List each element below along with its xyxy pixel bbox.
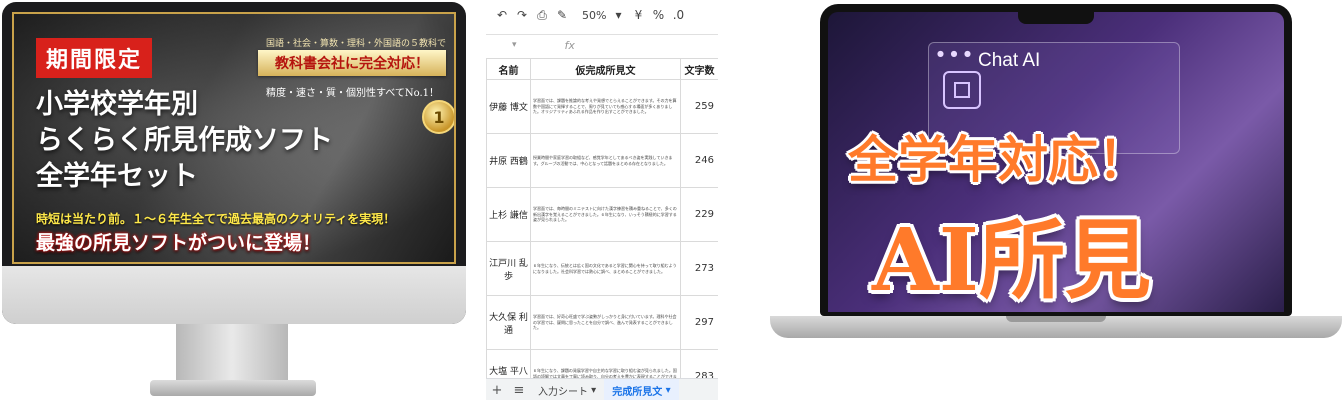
subjects-note: 国語・社会・算数・理科・外国語の５教科で: [266, 39, 447, 49]
percent-button[interactable]: %: [650, 7, 666, 23]
count-cell[interactable]: 259: [680, 79, 718, 134]
camera-notch: [1018, 12, 1094, 24]
laptop-lid: ● ● ● Chat AI 全学年対応！ AI所見: [820, 4, 1292, 316]
redo-icon[interactable]: ↷: [514, 7, 530, 23]
formula-bar[interactable]: ▾ fx: [486, 34, 718, 55]
product-title-line-2: らくらく所見作成ソフト: [36, 125, 333, 156]
laptop-mockup: ● ● ● Chat AI 全学年対応！ AI所見: [770, 0, 1342, 400]
print-icon[interactable]: ⎙: [534, 7, 550, 23]
desktop-monitor-mockup: 期間限定 小学校学年別 らくらく所見作成ソフト 全学年セット 国語・社会・算数・…: [0, 0, 470, 400]
data-grid: 名前 仮完成所見文 文字数 伊藤 博文 学習面では、課題を推論的な考えや発想でと…: [486, 58, 718, 400]
undo-icon[interactable]: ↶: [494, 7, 510, 23]
promo-subline: 時短は当たり前。１～６年生全てで過去最高のクオリティを実現！: [36, 212, 396, 226]
count-cell[interactable]: 246: [680, 133, 718, 188]
table-row: 江戸川 乱歩 ６年生になり、伝統とは広く国の文化であると学習に関心を持って取り組…: [486, 241, 718, 296]
name-cell[interactable]: 井原 西鶴: [486, 133, 531, 188]
promo-headline: 最強の所見ソフトがついに登場！: [36, 232, 322, 254]
count-cell[interactable]: 229: [680, 187, 718, 242]
name-cell[interactable]: 江戸川 乱歩: [486, 241, 531, 296]
spreadsheet-view: ↶ ↷ ⎙ ✎ 50% ▾ ¥ % .0 ▾ fx 名前 仮完成所見文 文字数 …: [486, 0, 718, 400]
chevron-down-icon[interactable]: ▾: [610, 7, 626, 23]
column-header-text[interactable]: 仮完成所見文: [530, 58, 681, 80]
comment-cell[interactable]: ６年生になり、伝統とは広く国の文化であると学習に関心を持って取り組むようになりま…: [530, 241, 681, 296]
decimal-button[interactable]: .0: [670, 7, 686, 23]
comment-cell[interactable]: 学習面では、好奇心旺盛で学ぶ姿勢がしっかりと身に付いています。理科や社会の学習で…: [530, 295, 681, 350]
currency-button[interactable]: ¥: [630, 7, 646, 23]
all-sheets-menu-icon[interactable]: ≡: [508, 383, 530, 398]
product-title-line-1: 小学校学年別: [36, 89, 198, 120]
laptop-opening-groove: [1006, 316, 1106, 322]
count-cell[interactable]: 273: [680, 241, 718, 296]
add-sheet-icon[interactable]: +: [486, 383, 508, 398]
chat-ai-label: Chat AI: [978, 50, 1041, 71]
monitor-base: [150, 380, 316, 396]
tab-input-sheet[interactable]: 入力シート ▾: [530, 379, 604, 400]
table-row: 伊藤 博文 学習面では、課題を推論的な考えや発想でとらえることができます。その力…: [486, 79, 718, 134]
monitor-stand: [176, 324, 288, 384]
tab-completed-comments[interactable]: 完成所見文 ▾: [604, 379, 679, 400]
product-title-line-3: 全学年セット: [36, 161, 198, 192]
all-grades-headline: 全学年対応！: [848, 131, 1148, 189]
name-cell[interactable]: 大久保 利通: [486, 295, 531, 350]
chevron-down-icon[interactable]: ▾: [512, 40, 517, 50]
fx-icon: fx: [564, 38, 575, 52]
textbook-support-banner: 教科書会社に完全対応！: [258, 50, 446, 76]
window-controls-icon: ● ● ●: [937, 49, 974, 58]
ai-chip-icon: [943, 71, 981, 109]
zoom-select[interactable]: 50%: [582, 9, 606, 22]
paint-format-icon[interactable]: ✎: [554, 7, 570, 23]
column-header-name[interactable]: 名前: [486, 58, 531, 80]
table-row: 上杉 謙信 学習面では、毎時間のミニテストに向けた漢字練習を積み重ねることで、多…: [486, 187, 718, 242]
table-row: 井原 西鶴 授業時間や家庭学習の取組など、感覚学年としてあるべき姿を実践していき…: [486, 133, 718, 188]
laptop-screen: ● ● ● Chat AI 全学年対応！ AI所見: [828, 12, 1284, 312]
monitor-chin: [2, 266, 466, 324]
monitor-screen: 期間限定 小学校学年別 らくらく所見作成ソフト 全学年セット 国語・社会・算数・…: [12, 12, 456, 264]
column-header-count[interactable]: 文字数: [680, 58, 718, 80]
table-row: 大久保 利通 学習面では、好奇心旺盛で学ぶ姿勢がしっかりと身に付いています。理科…: [486, 295, 718, 350]
comment-cell[interactable]: 学習面では、毎時間のミニテストに向けた漢字練習を積み重ねることで、多くの新出漢字…: [530, 187, 681, 242]
quality-note: 精度・速さ・質・個別性すべてNo.1！: [266, 88, 440, 99]
comment-cell[interactable]: 授業時間や家庭学習の取組など、感覚学年としてあるべき姿を実践していきます。グルー…: [530, 133, 681, 188]
count-cell[interactable]: 297: [680, 295, 718, 350]
ai-comments-headline: AI所見: [872, 210, 1151, 311]
name-cell[interactable]: 上杉 謙信: [486, 187, 531, 242]
no1-medal-icon: 1: [422, 100, 454, 134]
name-cell[interactable]: 伊藤 博文: [486, 79, 531, 134]
comment-cell[interactable]: 学習面では、課題を推論的な考えや発想でとらえることができます。その力を算数や国語…: [530, 79, 681, 134]
spreadsheet-toolbar: ↶ ↷ ⎙ ✎ 50% ▾ ¥ % .0: [486, 0, 718, 30]
sheet-tabs-bar: + ≡ 入力シート ▾ 完成所見文 ▾: [486, 378, 718, 400]
limited-time-badge: 期間限定: [36, 38, 153, 78]
